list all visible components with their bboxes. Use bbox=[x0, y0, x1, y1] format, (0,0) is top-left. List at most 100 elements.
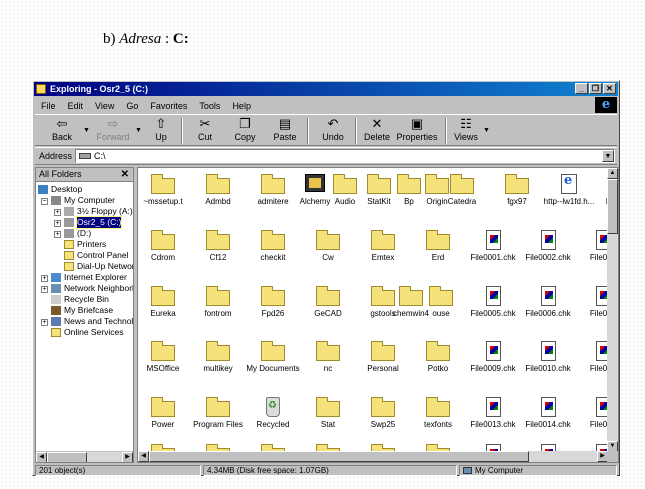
file-item[interactable]: File0014.chk bbox=[521, 397, 575, 430]
file-item[interactable]: Admbd bbox=[191, 174, 245, 207]
collapse-icon[interactable]: − bbox=[41, 198, 48, 205]
address-dropdown-icon[interactable]: ▼ bbox=[602, 150, 614, 162]
expand-icon[interactable]: + bbox=[41, 319, 48, 326]
back-dropdown-icon[interactable]: ▼ bbox=[83, 127, 90, 134]
file-item[interactable]: Emtex bbox=[356, 230, 410, 263]
file-item[interactable]: File0010.chk bbox=[521, 341, 575, 374]
file-item[interactable]: http--lw1fd.h... bbox=[542, 174, 596, 207]
file-item[interactable]: Erd bbox=[411, 230, 465, 263]
file-item[interactable]: Power bbox=[138, 397, 190, 430]
file-item[interactable]: File0005.chk bbox=[466, 286, 520, 319]
title-bar[interactable]: Exploring - Osr2_5 (C:) _ ❐ ✕ bbox=[34, 82, 618, 96]
scroll-thumb[interactable] bbox=[149, 451, 529, 462]
file-item[interactable]: multikey bbox=[191, 341, 245, 374]
file-item[interactable]: File000 bbox=[576, 230, 608, 263]
tree-item-drive-c[interactable]: Osr2_5 (C:) bbox=[64, 216, 123, 229]
file-item[interactable]: ouse bbox=[414, 286, 468, 319]
file-item[interactable]: Swp25 bbox=[356, 397, 410, 430]
close-button[interactable]: ✕ bbox=[603, 83, 616, 94]
back-button[interactable]: ⇦ Back bbox=[43, 117, 81, 143]
file-item[interactable]: Potko bbox=[411, 341, 465, 374]
scroll-thumb[interactable] bbox=[607, 179, 618, 234]
scroll-thumb[interactable] bbox=[47, 452, 87, 462]
up-button[interactable]: ⇧ Up bbox=[147, 117, 175, 143]
scroll-left-icon[interactable]: ◀ bbox=[138, 451, 149, 462]
file-item[interactable]: GeCAD bbox=[301, 286, 355, 319]
forward-button[interactable]: ⇨ Forward bbox=[93, 117, 133, 143]
file-item[interactable]: ~mssetup.t bbox=[138, 174, 190, 207]
tree-item-dialup[interactable]: Dial-Up Networ bbox=[64, 261, 133, 272]
minimize-button[interactable]: _ bbox=[575, 83, 588, 94]
paste-button[interactable]: ▤ Paste bbox=[269, 117, 301, 143]
file-item[interactable]: File0002.chk bbox=[521, 230, 575, 263]
expand-icon[interactable]: + bbox=[41, 286, 48, 293]
tree-horizontal-scrollbar[interactable]: ◀ ▶ bbox=[36, 451, 133, 462]
file-item[interactable]: File0013.chk bbox=[466, 397, 520, 430]
scroll-up-icon[interactable]: ▲ bbox=[607, 168, 618, 179]
file-item[interactable]: Cw bbox=[301, 230, 355, 263]
file-item[interactable]: Eureka bbox=[138, 286, 190, 319]
file-item[interactable]: nc bbox=[301, 341, 355, 374]
undo-button[interactable]: ↶ Undo bbox=[317, 117, 349, 143]
maximize-button[interactable]: ❐ bbox=[589, 83, 602, 94]
file-item[interactable]: Program Files bbox=[191, 397, 245, 430]
menu-favorites[interactable]: Favorites bbox=[144, 101, 193, 111]
menu-tools[interactable]: Tools bbox=[193, 101, 226, 111]
menu-view[interactable]: View bbox=[89, 101, 120, 111]
copy-button[interactable]: ❐ Copy bbox=[229, 117, 261, 143]
file-item[interactable]: fontrom bbox=[191, 286, 245, 319]
menu-file[interactable]: File bbox=[35, 101, 62, 111]
forward-dropdown-icon[interactable]: ▼ bbox=[135, 127, 142, 134]
tree-item-recycle-bin[interactable]: Recycle Bin bbox=[51, 294, 109, 305]
scroll-right-icon[interactable]: ▶ bbox=[122, 452, 133, 462]
file-item[interactable]: File000 bbox=[576, 286, 608, 319]
file-item[interactable]: File0001.chk bbox=[466, 230, 520, 263]
tree-item-control-panel[interactable]: Control Panel bbox=[64, 250, 129, 261]
expand-icon[interactable]: + bbox=[41, 275, 48, 282]
file-item[interactable]: Recycled bbox=[246, 397, 300, 430]
tree-item-drive-d[interactable]: (D:) bbox=[64, 228, 91, 239]
address-input[interactable]: C:\ ▼ bbox=[75, 149, 615, 163]
tree-item-internet-explorer[interactable]: Internet Explorer bbox=[51, 272, 127, 283]
file-item[interactable]: My Documents bbox=[246, 341, 300, 374]
tree-item-floppy[interactable]: 3½ Floppy (A:) bbox=[64, 206, 133, 217]
file-item[interactable]: http--lw bbox=[592, 174, 608, 207]
cut-button[interactable]: ✂ Cut bbox=[189, 117, 221, 143]
tree-header: All Folders ✕ bbox=[36, 168, 133, 182]
file-vertical-scrollbar[interactable]: ▲ ▼ bbox=[607, 168, 618, 452]
file-horizontal-scrollbar[interactable]: ◀ ▶ bbox=[138, 451, 608, 462]
scroll-left-icon[interactable]: ◀ bbox=[36, 452, 47, 462]
tree-item-desktop[interactable]: Desktop bbox=[38, 184, 82, 195]
views-button[interactable]: ☷ Views bbox=[451, 117, 481, 143]
tree-item-briefcase[interactable]: My Briefcase bbox=[51, 305, 113, 316]
tree-item-online-services[interactable]: Online Services bbox=[51, 327, 124, 338]
file-item[interactable]: Fpd26 bbox=[246, 286, 300, 319]
expand-icon[interactable]: + bbox=[54, 209, 61, 216]
file-item[interactable]: fgx97 bbox=[490, 174, 544, 207]
tree-item-network[interactable]: Network Neighborh bbox=[51, 283, 133, 294]
file-item[interactable]: File0009.chk bbox=[466, 341, 520, 374]
properties-button[interactable]: ▣ Properties bbox=[395, 117, 439, 143]
file-item[interactable]: File0006.chk bbox=[521, 286, 575, 319]
file-item[interactable]: File001 bbox=[576, 397, 608, 430]
views-dropdown-icon[interactable]: ▼ bbox=[483, 127, 490, 134]
file-item[interactable]: Cf12 bbox=[191, 230, 245, 263]
file-item[interactable]: texfonts bbox=[411, 397, 465, 430]
expand-icon[interactable]: + bbox=[54, 231, 61, 238]
expand-icon[interactable]: + bbox=[54, 220, 61, 227]
file-item[interactable]: Stat bbox=[301, 397, 355, 430]
file-item[interactable]: Catedra bbox=[435, 174, 489, 207]
tree-item-printers[interactable]: Printers bbox=[64, 239, 106, 250]
delete-button[interactable]: ✕ Delete bbox=[361, 117, 393, 143]
file-item[interactable]: checkit bbox=[246, 230, 300, 263]
menu-go[interactable]: Go bbox=[120, 101, 144, 111]
file-item[interactable]: Personal bbox=[356, 341, 410, 374]
file-item[interactable]: File001 bbox=[576, 341, 608, 374]
file-item[interactable]: MSOffice bbox=[138, 341, 190, 374]
close-pane-icon[interactable]: ✕ bbox=[121, 168, 129, 181]
file-item[interactable]: Cdrom bbox=[138, 230, 190, 263]
menu-edit[interactable]: Edit bbox=[62, 101, 90, 111]
tree-item-my-computer[interactable]: My Computer bbox=[51, 195, 115, 206]
menu-help[interactable]: Help bbox=[226, 101, 257, 111]
tree-item-news[interactable]: News and Technol bbox=[51, 316, 133, 327]
